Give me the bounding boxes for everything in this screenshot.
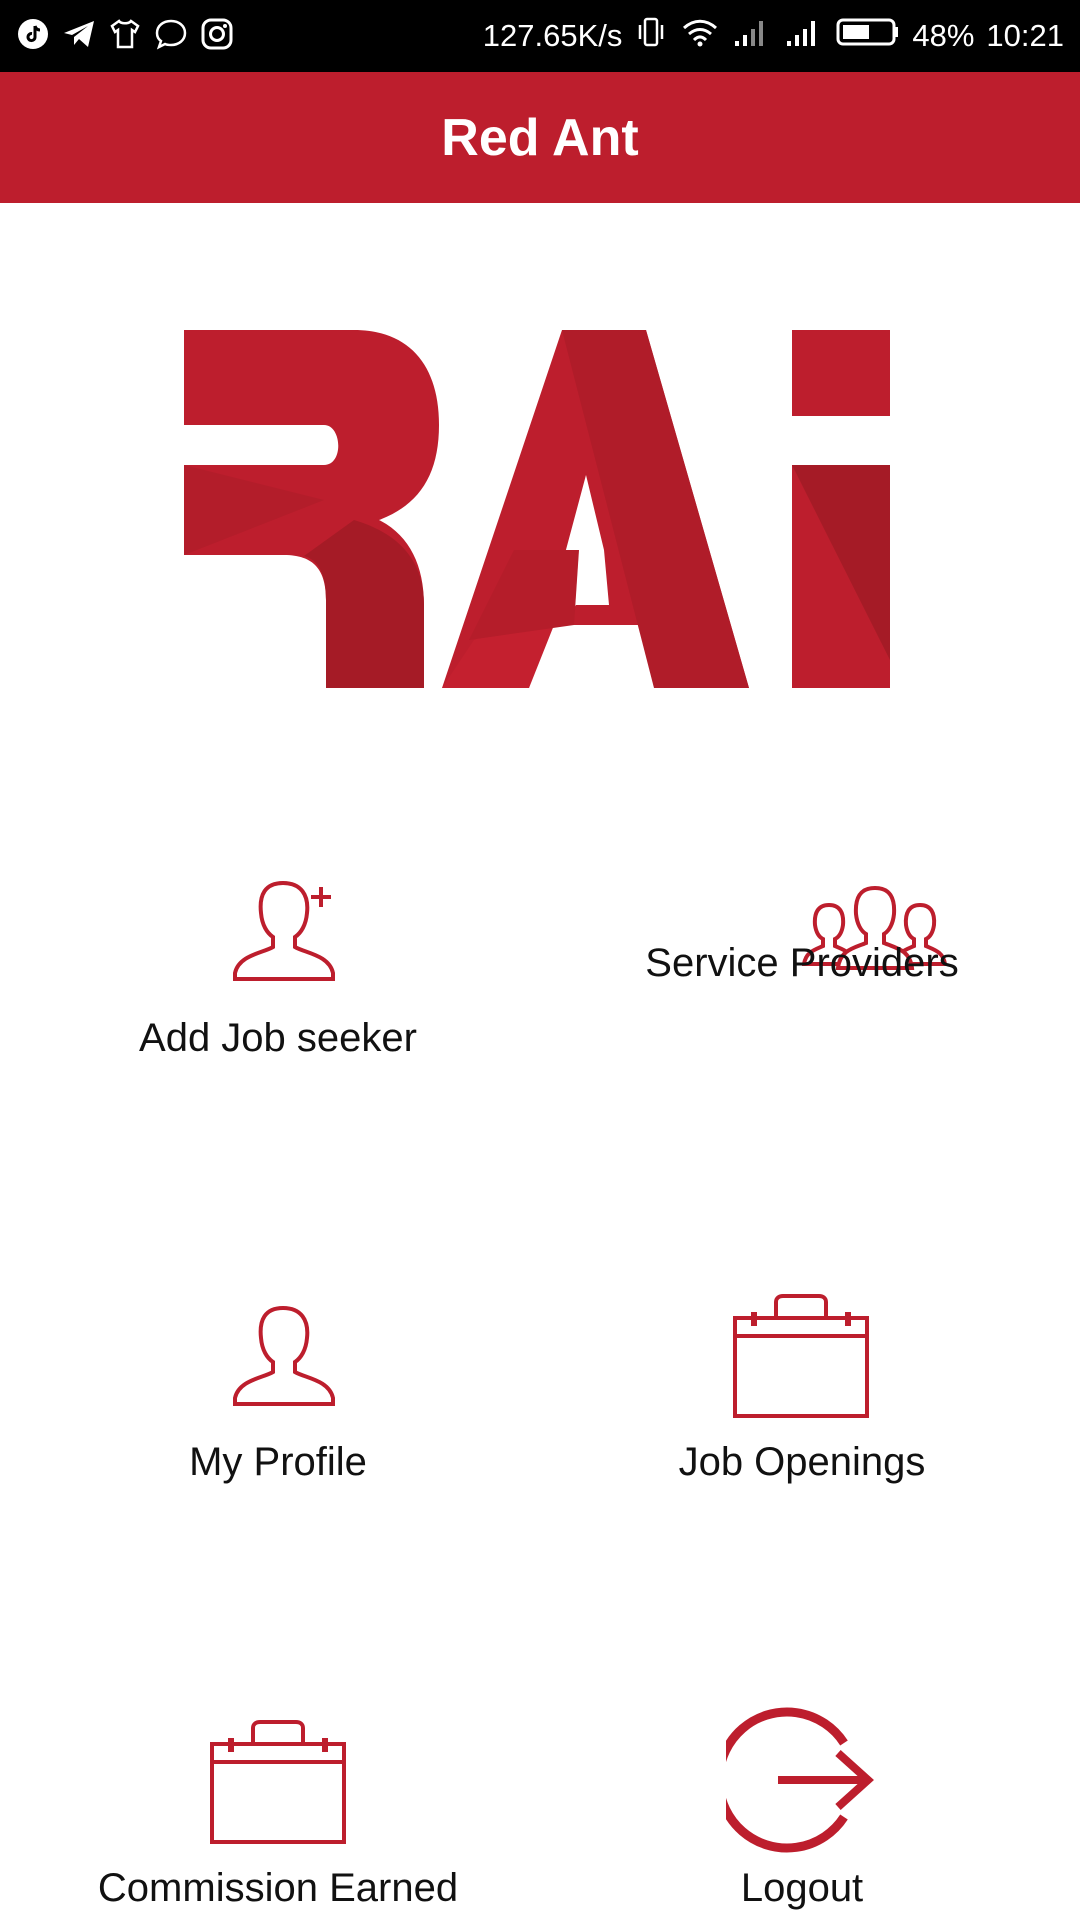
status-bar-notifications bbox=[16, 0, 234, 72]
rai-logo bbox=[184, 330, 890, 688]
logout-icon bbox=[726, 1705, 876, 1855]
clock: 10:21 bbox=[986, 18, 1064, 53]
service-providers-tile[interactable]: Service Providers bbox=[532, 875, 1072, 995]
wifi-icon bbox=[680, 15, 720, 57]
signal-icon bbox=[732, 15, 772, 57]
app-bar: Red Ant bbox=[0, 72, 1080, 203]
my-profile-label: My Profile bbox=[189, 1440, 367, 1484]
network-speed: 127.65K/s bbox=[482, 18, 623, 53]
briefcase-icon bbox=[208, 1716, 348, 1846]
service-providers-label: Service Providers bbox=[645, 941, 959, 985]
commission-earned-label: Commission Earned bbox=[97, 1866, 459, 1910]
signal-icon bbox=[784, 15, 824, 57]
status-bar: 127.65K/s 48% 10:21 bbox=[0, 0, 1080, 72]
vibrate-icon bbox=[634, 15, 668, 57]
battery-percent: 48% bbox=[912, 18, 975, 53]
commission-earned-tile[interactable]: Commission Earned bbox=[8, 1716, 548, 1916]
status-bar-system: 127.65K/s 48% 10:21 bbox=[483, 0, 1064, 72]
message-icon bbox=[154, 17, 188, 56]
page-title: Red Ant bbox=[441, 108, 639, 167]
telegram-icon bbox=[62, 17, 96, 56]
job-openings-label: Job Openings bbox=[678, 1440, 926, 1484]
job-openings-tile[interactable]: Job Openings bbox=[532, 1290, 1072, 1490]
tiktok-icon bbox=[16, 17, 50, 56]
briefcase-icon bbox=[731, 1290, 871, 1420]
logout-tile[interactable]: Logout bbox=[532, 1705, 1072, 1915]
my-profile-tile[interactable]: My Profile bbox=[8, 1300, 548, 1490]
instagram-icon bbox=[200, 17, 234, 56]
add-user-icon bbox=[225, 875, 345, 985]
battery-icon bbox=[836, 15, 900, 57]
add-job-seeker-label: Add Job seeker bbox=[139, 1016, 417, 1060]
add-job-seeker-tile[interactable]: Add Job seeker bbox=[8, 875, 548, 1065]
logout-label: Logout bbox=[740, 1866, 864, 1910]
user-icon bbox=[225, 1300, 345, 1410]
tshirt-icon bbox=[108, 17, 142, 56]
